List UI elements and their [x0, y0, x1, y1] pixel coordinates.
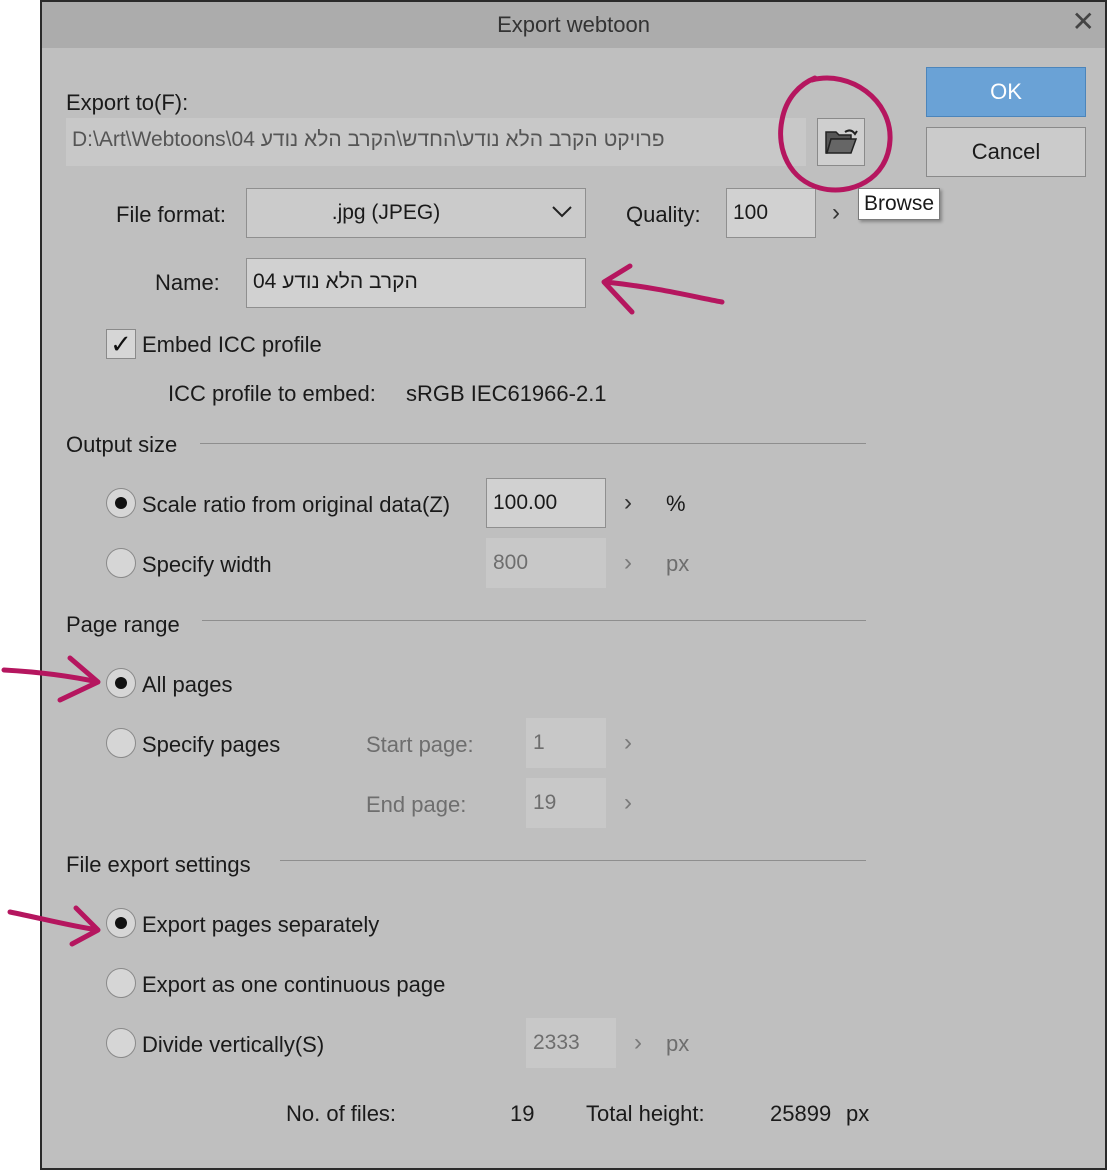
scale-ratio-arrow[interactable]: ›: [624, 489, 632, 517]
quality-label: Quality:: [626, 202, 701, 227]
file-format-value: .jpg (JPEG): [331, 201, 441, 224]
all-pages-label: All pages: [142, 672, 233, 697]
files-count-label: No. of files:: [286, 1101, 397, 1126]
export-webtoon-dialog: Export webtoon ✕ Export to(F): D:\Art\We…: [40, 0, 1107, 1170]
close-icon[interactable]: ✕: [1072, 8, 1095, 36]
name-label: Name:: [155, 270, 220, 295]
chevron-down-icon: [552, 206, 572, 218]
file-export-heading: File export settings: [66, 852, 251, 877]
specify-width-label: Specify width: [142, 552, 272, 577]
specify-width-radio[interactable]: [106, 548, 136, 578]
output-size-divider: [200, 443, 866, 444]
scale-ratio-input[interactable]: 100.00: [486, 478, 606, 528]
specify-pages-label: Specify pages: [142, 732, 281, 757]
end-page-label: End page:: [366, 792, 467, 817]
export-path-field[interactable]: D:\Art\Webtoons\04 פרויקט הקרב הלא נודע\…: [66, 118, 806, 166]
start-page-arrow[interactable]: ›: [624, 729, 632, 757]
folder-open-icon: [825, 129, 858, 154]
total-height-unit: px: [846, 1101, 870, 1126]
divide-height-arrow[interactable]: ›: [634, 1029, 642, 1057]
export-to-label: Export to(F):: [66, 90, 189, 115]
divide-vertically-label: Divide vertically(S): [142, 1032, 325, 1057]
title-bar: Export webtoon ✕: [42, 2, 1105, 48]
total-height-value: 25899: [770, 1101, 832, 1126]
divide-vertically-radio[interactable]: [106, 1028, 136, 1058]
quality-slider-arrow[interactable]: ›: [832, 199, 840, 227]
all-pages-radio[interactable]: [106, 668, 136, 698]
files-count-value: 19: [510, 1101, 535, 1126]
cancel-button[interactable]: Cancel: [926, 127, 1086, 177]
width-input[interactable]: 800: [486, 538, 606, 588]
scale-unit: %: [666, 491, 686, 516]
page-range-heading: Page range: [66, 612, 180, 637]
width-arrow[interactable]: ›: [624, 549, 632, 577]
embed-icc-checkbox[interactable]: ✓: [106, 329, 136, 359]
divide-unit: px: [666, 1031, 690, 1056]
width-unit: px: [666, 551, 690, 576]
export-separately-label: Export pages separately: [142, 912, 380, 937]
export-separately-radio[interactable]: [106, 908, 136, 938]
export-path-value: D:\Art\Webtoons\04 פרויקט הקרב הלא נודע\…: [72, 128, 665, 151]
dialog-title: Export webtoon: [497, 12, 650, 37]
embed-icc-label: Embed ICC profile: [142, 332, 322, 357]
start-page-label: Start page:: [366, 732, 474, 757]
name-input[interactable]: הקרב הלא נודע 04: [246, 258, 586, 308]
specify-pages-radio[interactable]: [106, 728, 136, 758]
page-range-divider: [202, 620, 866, 621]
file-format-label: File format:: [116, 202, 227, 227]
browse-tooltip: Browse: [858, 188, 941, 220]
scale-ratio-radio[interactable]: [106, 488, 136, 518]
browse-button[interactable]: [817, 118, 865, 166]
name-value: הקרב הלא נודע 04: [253, 270, 418, 293]
ok-button[interactable]: OK: [926, 67, 1086, 117]
file-export-divider: [280, 860, 866, 861]
divide-height-input[interactable]: 2333: [526, 1018, 616, 1068]
file-format-select[interactable]: .jpg (JPEG): [246, 188, 586, 238]
end-page-input[interactable]: 19: [526, 778, 606, 828]
scale-ratio-label: Scale ratio from original data(Z): [142, 492, 451, 517]
output-size-heading: Output size: [66, 432, 178, 457]
export-continuous-radio[interactable]: [106, 968, 136, 998]
end-page-arrow[interactable]: ›: [624, 789, 632, 817]
icc-profile-value: sRGB IEC61966-2.1: [406, 381, 607, 406]
quality-input[interactable]: 100: [726, 188, 816, 238]
total-height-label: Total height:: [586, 1101, 705, 1126]
start-page-input[interactable]: 1: [526, 718, 606, 768]
export-continuous-label: Export as one continuous page: [142, 972, 446, 997]
icc-profile-label: ICC profile to embed:: [168, 381, 376, 406]
